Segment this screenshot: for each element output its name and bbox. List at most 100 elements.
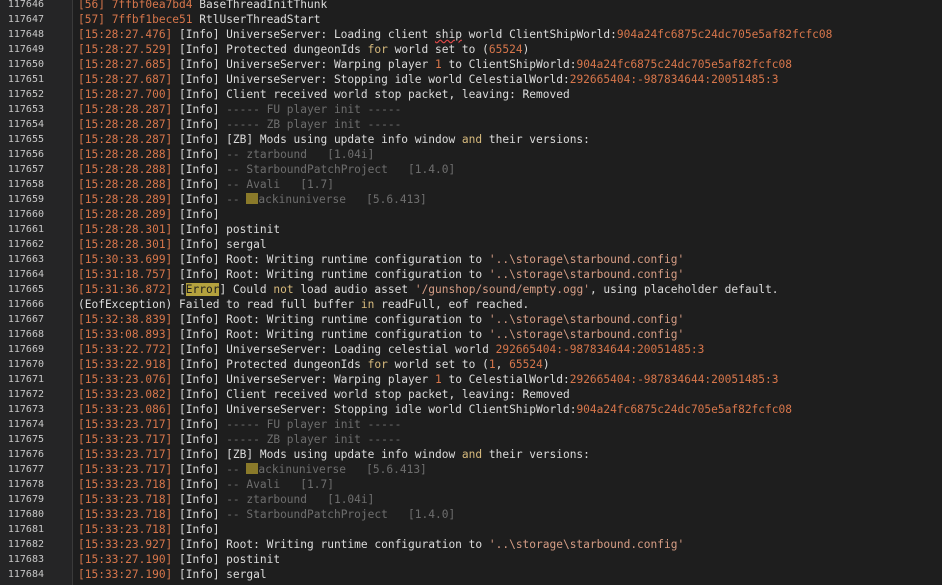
log-line[interactable]: 117663 [15:30:33.699] [Info] Root: Writin…: [0, 252, 942, 267]
log-line[interactable]: 117655 [15:28:28.287] [Info] [ZB] Mods us…: [0, 132, 942, 147]
log-line[interactable]: 117673 [15:33:23.086] [Info] UniverseServ…: [0, 402, 942, 417]
log-line[interactable]: 117658 [15:28:28.288] [Info] -- Avali [1.…: [0, 177, 942, 192]
log-token: 65524: [488, 43, 523, 56]
log-token: [15:33:23.086]: [78, 403, 173, 416]
log-text: (EofException) Failed to read full buffe…: [78, 297, 529, 312]
log-line[interactable]: 117652 [15:28:27.700] [Info] Client recei…: [0, 87, 942, 102]
line-number: 117672: [7, 389, 44, 400]
log-token: [56]: [78, 0, 112, 11]
log-line[interactable]: 117662 [15:28:28.301] [Info] sergal: [0, 237, 942, 252]
log-token: [Info]: [172, 493, 227, 506]
log-token: [15:30:33.699]: [78, 253, 173, 266]
log-text: [15:28:28.288] [Info] -- StarboundPatchP…: [78, 162, 455, 177]
log-token: ): [542, 358, 550, 371]
log-line[interactable]: 117651 [15:28:27.687] [Info] UniverseServ…: [0, 72, 942, 87]
log-lines[interactable]: 117646 [56] 7ffbf0ea7bd4 BaseThreadInitTh…: [0, 0, 942, 582]
log-line[interactable]: 117677 [15:33:23.717] [Info] -- ackinuniv…: [0, 462, 942, 477]
log-text: [15:28:28.287] [Info] ----- FU player in…: [78, 102, 401, 117]
log-text: [15:28:28.301] [Info] sergal: [78, 237, 267, 252]
line-number: 117659: [7, 194, 44, 205]
log-token: [15:28:28.287]: [78, 133, 173, 146]
log-line[interactable]: 117668 [15:33:08.893] [Info] Root: Writin…: [0, 327, 942, 342]
log-line[interactable]: 117660 [15:28:28.289] [Info]: [0, 207, 942, 222]
log-line[interactable]: 117665 [15:31:36.872] [Error] Could not l…: [0, 282, 942, 297]
log-line[interactable]: 117684 [15:33:27.190] [Info] sergal: [0, 567, 942, 582]
log-text: [15:33:23.076] [Info] UniverseServer: Wa…: [78, 372, 779, 387]
log-line[interactable]: 117659 [15:28:28.289] [Info] -- ackinuniv…: [0, 192, 942, 207]
log-token: [57]: [78, 13, 112, 26]
line-number: 117683: [7, 554, 44, 565]
log-text: [15:33:23.717] [Info] ----- FU player in…: [78, 417, 401, 432]
log-token: [Info]: [172, 508, 227, 521]
line-number: 117649: [7, 44, 44, 55]
log-token: [Info] Root: Writing runtime configurati…: [172, 268, 489, 281]
log-line[interactable]: 117666 (EofException) Failed to read full…: [0, 297, 942, 312]
log-line[interactable]: 117682 [15:33:23.927] [Info] Root: Writin…: [0, 537, 942, 552]
log-text: [15:28:27.687] [Info] UniverseServer: St…: [78, 72, 779, 87]
log-line[interactable]: 117669 [15:33:22.772] [Info] UniverseServ…: [0, 342, 942, 357]
log-token: [Info] Protected dungeonIds: [172, 43, 368, 56]
log-line[interactable]: 117681 [15:33:23.718] [Info]: [0, 522, 942, 537]
log-token: [Info] [ZB] Mods using update info windo…: [172, 133, 462, 146]
log-token: 7ffbf1bece51: [111, 13, 193, 26]
log-line[interactable]: 117653 [15:28:28.287] [Info] ----- FU pla…: [0, 102, 942, 117]
log-line[interactable]: 117676 [15:33:23.717] [Info] [ZB] Mods us…: [0, 447, 942, 462]
log-token: [15:28:28.288]: [78, 178, 173, 191]
log-line[interactable]: 117670 [15:33:22.918] [Info] Protected du…: [0, 357, 942, 372]
log-line[interactable]: 117657 [15:28:28.288] [Info] -- Starbound…: [0, 162, 942, 177]
log-token: ----- FU player init -----: [226, 418, 402, 431]
log-token: their versions:: [482, 133, 590, 146]
log-text: [15:33:23.927] [Info] Root: Writing runt…: [78, 537, 684, 552]
log-token: [Info]: [172, 418, 227, 431]
log-line[interactable]: 117683 [15:33:27.190] [Info] postinit: [0, 552, 942, 567]
line-number: 117667: [7, 314, 44, 325]
line-number: 117684: [7, 569, 44, 580]
log-token: -- ztarbound [1.04i]: [226, 493, 375, 506]
log-token: [Info] UniverseServer: Loading celestial…: [172, 343, 496, 356]
log-line[interactable]: 117671 [15:33:23.076] [Info] UniverseServ…: [0, 372, 942, 387]
log-token: 904a24fc6875c24dc705e5af82fcfc08: [576, 403, 792, 416]
log-token: not: [273, 283, 294, 296]
log-line[interactable]: 117672 [15:33:23.082] [Info] Client recei…: [0, 387, 942, 402]
log-token: ,: [495, 358, 510, 371]
log-token: '..\storage\starbound.config': [488, 268, 685, 281]
line-number: 117663: [7, 254, 44, 265]
log-line[interactable]: 117648 [15:28:27.476] [Info] UniverseServ…: [0, 27, 942, 42]
log-token: [15:33:23.718]: [78, 523, 173, 536]
log-token: [Info]: [172, 463, 227, 476]
log-line[interactable]: 117674 [15:33:23.717] [Info] ----- FU pla…: [0, 417, 942, 432]
log-token: ----- FU player init -----: [226, 103, 402, 116]
line-number: 117680: [7, 509, 44, 520]
line-number: 117647: [7, 14, 44, 25]
log-token: ackinuniverse [5.6.413]: [258, 193, 427, 206]
line-number: 117656: [7, 149, 44, 160]
log-line[interactable]: 117646 [56] 7ffbf0ea7bd4 BaseThreadInitTh…: [0, 0, 942, 12]
log-text: [15:28:27.476] [Info] UniverseServer: Lo…: [78, 27, 832, 42]
log-token: [15:28:28.289]: [78, 193, 173, 206]
log-token: [15:33:08.893]: [78, 328, 173, 341]
line-number: 117670: [7, 359, 44, 370]
line-number: 117664: [7, 269, 44, 280]
log-token: [Info]: [172, 103, 227, 116]
log-token: [15:31:36.872]: [78, 283, 173, 296]
log-token: [15:33:27.190]: [78, 568, 173, 581]
log-line[interactable]: 117679 [15:33:23.718] [Info] -- ztarbound…: [0, 492, 942, 507]
log-line[interactable]: 117675 [15:33:23.717] [Info] ----- ZB pla…: [0, 432, 942, 447]
log-line[interactable]: 117680 [15:33:23.718] [Info] -- Starbound…: [0, 507, 942, 522]
log-line[interactable]: 117650 [15:28:27.685] [Info] UniverseServ…: [0, 57, 942, 72]
log-line[interactable]: 117656 [15:28:28.288] [Info] -- ztarbound…: [0, 147, 942, 162]
log-line[interactable]: 117667 [15:32:38.839] [Info] Root: Writin…: [0, 312, 942, 327]
log-editor[interactable]: 117646 [56] 7ffbf0ea7bd4 BaseThreadInitTh…: [0, 0, 942, 585]
line-number: 117674: [7, 419, 44, 430]
log-line[interactable]: 117654 [15:28:28.287] [Info] ----- ZB pla…: [0, 117, 942, 132]
log-line[interactable]: 117661 [15:28:28.301] [Info] postinit: [0, 222, 942, 237]
log-token: and: [461, 448, 483, 461]
redacted-glyph-icon: [246, 463, 259, 474]
log-line[interactable]: 117678 [15:33:23.718] [Info] -- Avali [1.…: [0, 477, 942, 492]
log-token: [15:33:23.082]: [78, 388, 173, 401]
log-token: world set to (: [387, 358, 489, 371]
log-line[interactable]: 117664 [15:31:18.757] [Info] Root: Writin…: [0, 267, 942, 282]
log-line[interactable]: 117649 [15:28:27.529] [Info] Protected du…: [0, 42, 942, 57]
log-line[interactable]: 117647 [57] 7ffbf1bece51 RtlUserThreadSta…: [0, 12, 942, 27]
line-number: 117657: [7, 164, 44, 175]
